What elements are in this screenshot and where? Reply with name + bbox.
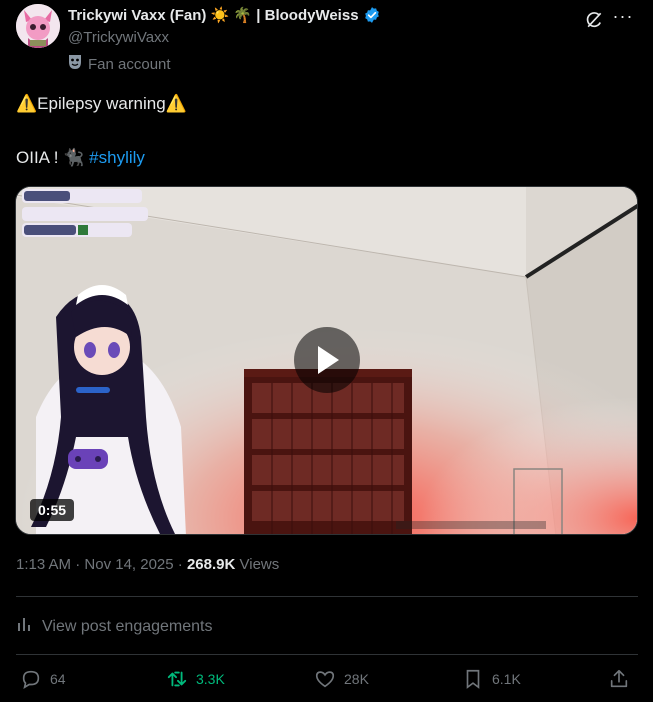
play-button[interactable] [294,327,360,393]
hashtag-link[interactable]: #shylily [89,148,145,167]
like-button[interactable]: 28K [314,668,369,690]
repost-icon [167,671,187,687]
share-icon [610,669,628,688]
verified-badge-icon[interactable] [363,6,381,24]
divider [16,596,638,597]
author-names: Trickywi Vaxx (Fan) ☀️ 🌴 | BloodyWeiss @… [68,6,381,46]
share-button[interactable] [608,668,630,690]
author-display-name[interactable]: Trickywi Vaxx (Fan) ☀️ 🌴 | BloodyWeiss [68,6,359,24]
view-post-engagements-label: View post engagements [42,617,213,635]
meta-separator: · [71,556,85,573]
heart-icon [315,671,335,688]
bookmark-count: 6.1K [492,671,521,687]
divider [16,654,638,655]
avatar[interactable] [16,4,60,48]
meta-separator: · [173,556,187,573]
post-text-line1: ⚠️Epilepsy warning⚠️ [16,94,187,113]
post-meta: 1:13 AM · Nov 14, 2025 · 268.9K Views [16,556,279,573]
video-duration: 0:55 [30,499,75,521]
video-player[interactable]: 0:55 [15,186,638,535]
more-options-icon[interactable]: ··· [612,7,634,30]
post-text-line2: OIIA ! 🐈‍⬛ #shylily [16,146,145,170]
avatar-image [16,4,60,48]
post-text-content: OIIA ! 🐈‍⬛ [16,148,85,167]
post-time[interactable]: 1:13 AM [16,556,71,573]
mask-icon [68,54,82,74]
grok-icon[interactable] [584,10,604,30]
analytics-icon [16,615,34,638]
author-handle[interactable]: @TrickywiVaxx [68,29,381,46]
reply-icon [22,670,40,689]
bookmark-button[interactable]: 6.1K [462,668,521,690]
reply-button[interactable]: 64 [20,668,66,690]
fan-account-badge: Fan account [68,54,171,74]
play-icon [318,346,339,374]
view-post-engagements-link[interactable]: View post engagements [16,615,212,638]
author-display-name-row[interactable]: Trickywi Vaxx (Fan) ☀️ 🌴 | BloodyWeiss [68,6,381,24]
reply-count: 64 [50,671,66,687]
action-bar: 64 3.3K 28K 6.1K [16,668,638,696]
bookmark-icon [466,669,480,689]
views-label: Views [239,556,280,573]
repost-count: 3.3K [196,671,225,687]
post-date[interactable]: Nov 14, 2025 [84,556,173,573]
like-count: 28K [344,671,369,687]
post-header: Trickywi Vaxx (Fan) ☀️ 🌴 | BloodyWeiss @… [16,4,638,54]
fan-account-label: Fan account [88,55,171,73]
views-count: 268.9K [186,556,236,573]
repost-button[interactable]: 3.3K [166,668,225,690]
